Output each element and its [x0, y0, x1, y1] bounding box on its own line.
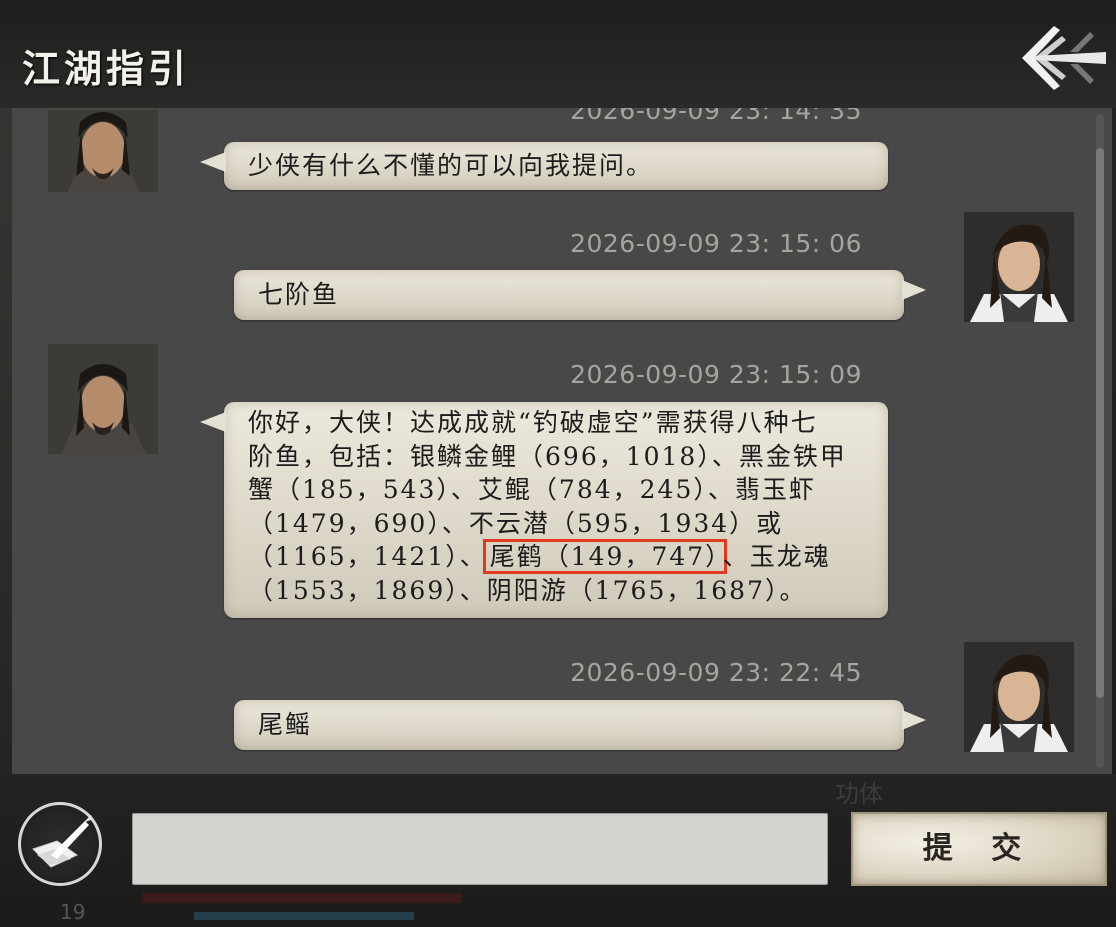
- message-line: （1479，690）、不云潜（595，1934）或: [248, 508, 784, 538]
- highlighted-location: 尾鹤（149，747）: [482, 539, 727, 574]
- background-deco-text: 功体: [835, 780, 883, 808]
- message-segment: 、玉龙魂: [722, 542, 831, 571]
- background-strip: [142, 893, 462, 903]
- message-line: 你好，大侠！达成成就“钓破虚空”需获得八种七: [248, 408, 818, 437]
- player-message-bubble: 七阶鱼: [234, 270, 926, 320]
- background-level-number: 19: [60, 900, 86, 924]
- player-avatar: [964, 212, 1074, 322]
- compose-button[interactable]: [18, 802, 102, 886]
- npc-avatar: [48, 344, 158, 454]
- chat-panel[interactable]: 2026-09-09 23: 14: 35 少侠有什么不懂的可以向我提问。 20…: [12, 108, 1112, 774]
- message-line: 蟹（185，543）、艾鲲（784，245）、翡玉虾: [248, 475, 816, 504]
- submit-button[interactable]: 提 交: [851, 812, 1107, 886]
- background-strip: [194, 912, 414, 920]
- header-bar: 江湖指引: [0, 0, 1116, 108]
- page-title: 江湖指引: [22, 46, 191, 91]
- scrollbar-thumb[interactable]: [1096, 148, 1104, 698]
- message-timestamp: 2026-09-09 23: 22: 45: [570, 658, 862, 687]
- message-input[interactable]: [132, 813, 828, 885]
- paper-feather-quill-icon: [32, 815, 93, 868]
- back-button[interactable]: [1014, 18, 1110, 98]
- player-avatar: [964, 642, 1074, 752]
- message-line: 尾鳐: [258, 710, 313, 739]
- message-segment: （1165，1421）、: [248, 542, 487, 571]
- message-line: （1165，1421）、 尾鹤（149，747） 、玉龙魂: [248, 539, 864, 574]
- message-line: 阶鱼，包括：银鳞金鲤（696，1018）、黑金铁甲: [248, 441, 847, 471]
- message-line: 少侠有什么不懂的可以向我提问。: [248, 151, 654, 180]
- message-timestamp: 2026-09-09 23: 15: 06: [570, 229, 862, 258]
- npc-message-bubble: 你好，大侠！达成成就“钓破虚空”需获得八种七 阶鱼，包括：银鳞金鲤（696，10…: [200, 402, 888, 618]
- message-line: 七阶鱼: [258, 280, 340, 309]
- player-message-bubble: 尾鳐: [234, 700, 926, 750]
- feather-arrow-back-icon: [1022, 26, 1106, 90]
- npc-message-bubble: 少侠有什么不懂的可以向我提问。: [200, 142, 888, 190]
- message-timestamp: 2026-09-09 23: 15: 09: [570, 360, 862, 389]
- message-timestamp: 2026-09-09 23: 14: 35: [570, 108, 862, 125]
- npc-avatar: [48, 110, 158, 192]
- message-line: （1553，1869）、阴阳游（1765，1687）。: [248, 575, 807, 605]
